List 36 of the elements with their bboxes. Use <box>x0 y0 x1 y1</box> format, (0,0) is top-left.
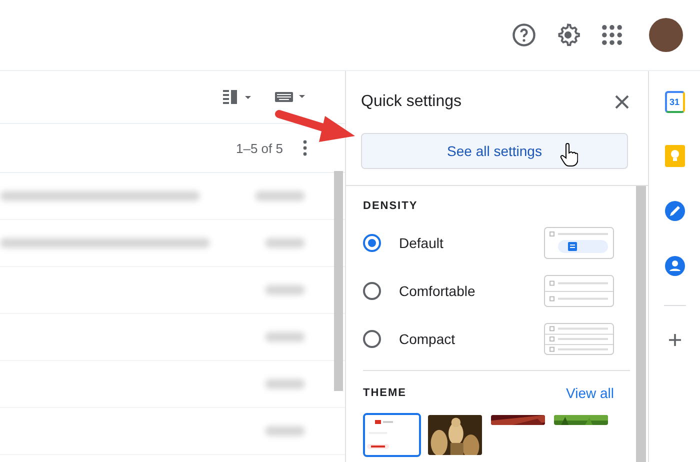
default-theme-thumbnail[interactable] <box>363 413 421 457</box>
section-heading: DENSITY <box>363 200 419 212</box>
apps-grid-icon[interactable] <box>599 22 625 48</box>
radio-button[interactable] <box>363 330 381 348</box>
see-all-settings-button[interactable]: See all settings <box>361 133 628 169</box>
comfortable-density-preview <box>544 275 614 307</box>
radio-button[interactable] <box>363 234 381 252</box>
keyboard-icon[interactable] <box>275 90 307 104</box>
blurred-email-date <box>265 379 305 389</box>
pagination-text: 1–5 of 5 <box>236 140 283 156</box>
split-pane-icon[interactable] <box>223 89 253 105</box>
scrollbar[interactable] <box>636 186 646 462</box>
blurred-email-date <box>265 285 305 295</box>
add-icon[interactable] <box>668 333 682 347</box>
contacts-icon[interactable] <box>664 254 686 278</box>
option-label[interactable]: Compact <box>399 331 544 347</box>
blurred-email-date <box>265 426 305 436</box>
calendar-icon[interactable]: 31 <box>664 91 684 113</box>
blurred-email-date <box>265 332 305 342</box>
panel-title: Quick settings <box>361 93 462 111</box>
blurred-email-date <box>265 238 305 248</box>
compact-density-preview <box>544 323 614 355</box>
default-density-preview <box>544 227 614 259</box>
scrollbar[interactable] <box>334 171 343 391</box>
option-label[interactable]: Default <box>399 235 544 251</box>
hand-cursor-icon <box>560 143 578 167</box>
option-label[interactable]: Comfortable <box>399 283 544 299</box>
check-pencil-icon[interactable] <box>664 199 686 223</box>
section-heading: THEME <box>363 387 406 399</box>
more-options-icon[interactable] <box>303 140 307 156</box>
help-icon[interactable] <box>511 22 537 48</box>
avatar[interactable] <box>649 18 683 52</box>
close-icon[interactable] <box>614 94 630 110</box>
blurred-email-date <box>255 191 305 201</box>
view-all-link[interactable]: View all <box>566 385 614 401</box>
radio-button[interactable] <box>363 282 381 300</box>
